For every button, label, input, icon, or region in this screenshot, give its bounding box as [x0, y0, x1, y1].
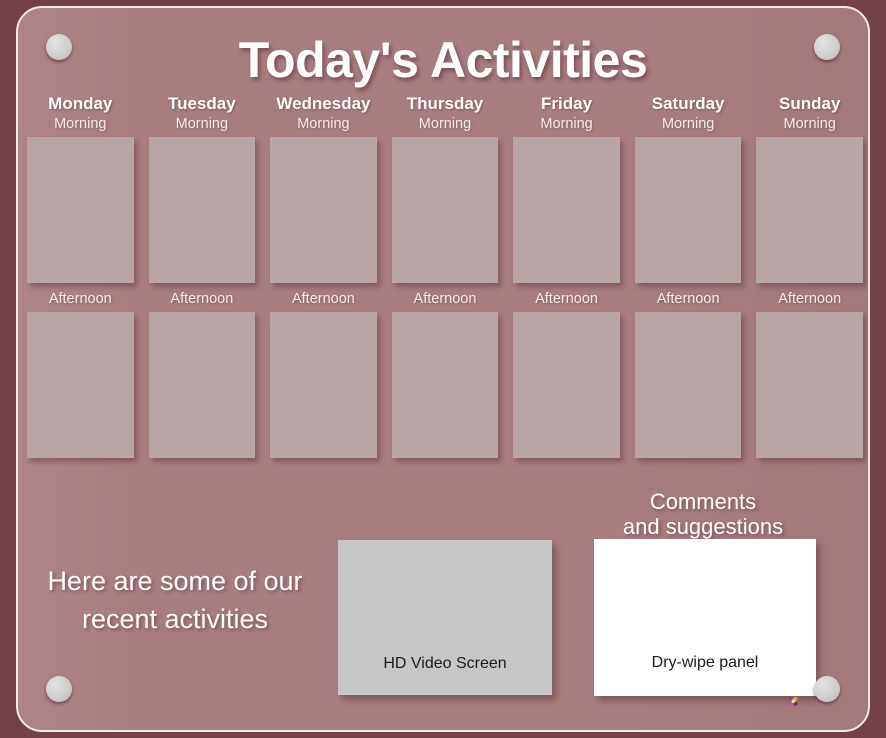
- slot-label-afternoon: Afternoon: [656, 291, 720, 307]
- page-title: Today's Activities: [238, 32, 648, 88]
- card-slot-monday-morning[interactable]: [27, 137, 134, 283]
- day-name-saturday: Saturday: [651, 94, 725, 113]
- slot-label-morning: Morning: [175, 116, 229, 132]
- day-column-saturday: Saturday Morning Afternoon: [634, 94, 742, 458]
- card-slot-friday-afternoon[interactable]: [513, 312, 620, 458]
- card-slot-sunday-morning[interactable]: [756, 137, 863, 283]
- day-name-friday: Friday: [541, 94, 593, 113]
- dry-wipe-panel[interactable]: Dry-wipe panel: [594, 539, 816, 696]
- brand-logo-icon: [788, 696, 798, 706]
- slot-label-morning: Morning: [661, 116, 715, 132]
- slot-label-afternoon: Afternoon: [170, 291, 234, 307]
- slot-label-morning: Morning: [783, 116, 836, 132]
- hd-video-screen-label: HD Video Screen: [383, 655, 507, 672]
- slot-label-morning: Morning: [540, 116, 593, 132]
- comments-heading-line2: and suggestions: [622, 514, 784, 539]
- card-slot-thursday-afternoon[interactable]: [391, 312, 499, 458]
- day-column-sunday: Sunday Morning Afternoon: [756, 94, 863, 458]
- slot-label-morning: Morning: [297, 116, 350, 132]
- brand-watermark: © 2020: [787, 695, 816, 708]
- day-column-thursday: Thursday Morning Afternoon: [391, 94, 499, 458]
- slot-label-afternoon: Afternoon: [535, 291, 598, 307]
- week-grid: Monday Morning Afternoon Tuesday Morning…: [27, 94, 863, 458]
- card-slot-sunday-afternoon[interactable]: [756, 312, 863, 458]
- lower-section: Here are some of our recent activities H…: [18, 476, 868, 730]
- day-column-tuesday: Tuesday Morning Afternoon: [148, 94, 256, 458]
- screw-fixing-icon: [46, 34, 72, 60]
- day-name-wednesday: Wednesday: [276, 94, 371, 113]
- card-slot-wednesday-afternoon[interactable]: [270, 312, 377, 458]
- hd-video-screen[interactable]: HD Video Screen: [338, 540, 552, 695]
- card-slot-friday-morning[interactable]: [513, 137, 620, 283]
- card-slot-tuesday-afternoon[interactable]: [148, 312, 256, 458]
- card-slot-saturday-morning[interactable]: [634, 137, 742, 283]
- recent-activities-text: Here are some of our recent activities: [47, 566, 303, 634]
- day-name-monday: Monday: [48, 94, 113, 113]
- brand-watermark-text: © 2020: [801, 702, 816, 707]
- slot-label-afternoon: Afternoon: [48, 291, 112, 307]
- screw-fixing-icon: [814, 34, 840, 60]
- slot-label-afternoon: Afternoon: [413, 291, 477, 307]
- card-slot-tuesday-morning[interactable]: [148, 137, 256, 283]
- screw-fixing-icon: [46, 676, 72, 702]
- board-surface: Today's Activities Monday Morning Aftern…: [16, 6, 870, 732]
- slot-label-afternoon: Afternoon: [291, 291, 355, 307]
- slot-label-morning: Morning: [418, 116, 472, 132]
- day-name-tuesday: Tuesday: [167, 94, 236, 113]
- day-column-friday: Friday Morning Afternoon: [513, 94, 620, 458]
- card-slot-wednesday-morning[interactable]: [270, 137, 377, 283]
- day-column-wednesday: Wednesday Morning Afternoon: [270, 94, 377, 458]
- dry-wipe-panel-label: Dry-wipe panel: [651, 654, 759, 671]
- screw-fixing-icon: [814, 676, 840, 702]
- slot-label-morning: Morning: [54, 116, 107, 132]
- slot-label-afternoon: Afternoon: [778, 291, 842, 307]
- card-slot-monday-afternoon[interactable]: [27, 312, 134, 458]
- card-slot-saturday-afternoon[interactable]: [634, 312, 742, 458]
- day-name-sunday: Sunday: [779, 94, 841, 113]
- comments-heading: Comments and suggestions: [592, 489, 814, 539]
- board-frame: Today's Activities Monday Morning Aftern…: [0, 0, 886, 738]
- day-name-thursday: Thursday: [406, 94, 484, 113]
- card-slot-thursday-morning[interactable]: [391, 137, 499, 283]
- day-column-monday: Monday Morning Afternoon: [27, 94, 134, 458]
- comments-heading-line1: Comments: [649, 489, 757, 514]
